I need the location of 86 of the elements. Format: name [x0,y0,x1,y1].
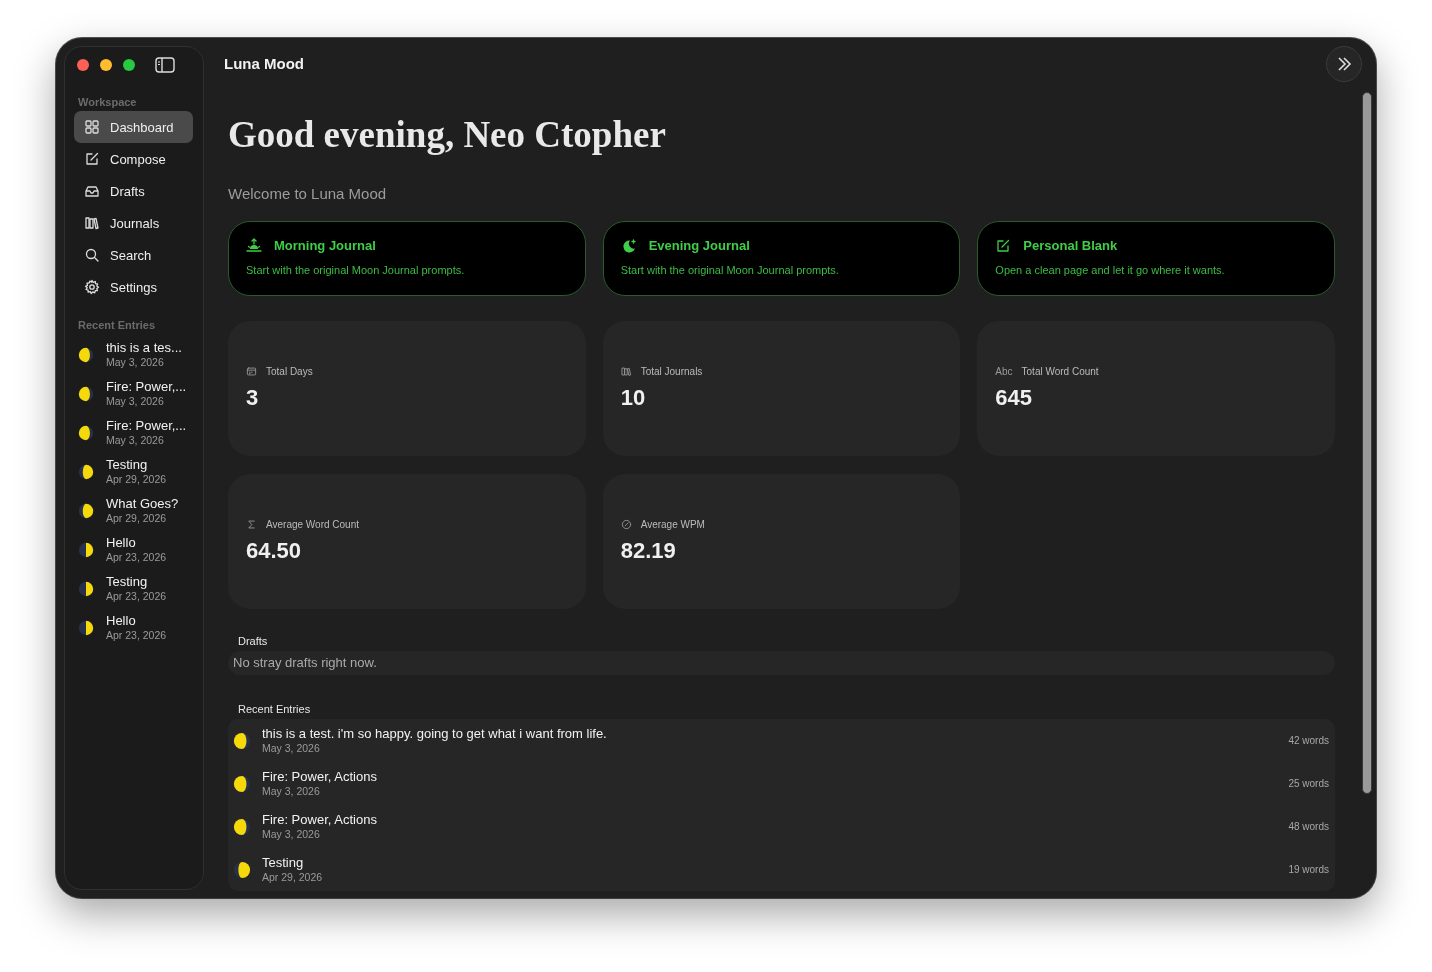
card-description: Open a clean page and let it go where it wants. [995,263,1226,276]
sigma-icon [246,519,257,530]
scrollbar[interactable] [1362,92,1372,794]
section-heading: Recent Entries [238,703,312,715]
nav-item[interactable]: Drafts [74,175,193,207]
entry-title[interactable]: Hello [106,613,167,629]
word-count: 48 words [1288,821,1329,832]
compose-icon [84,151,100,167]
word-count: 19 words [1288,864,1329,875]
stat-label: Total Days [266,366,313,377]
entry-title: Testing [262,855,305,871]
entry-date: May 3, 2026 [106,356,165,369]
entry-row[interactable]: Testing Apr 29, 2026 19 words [228,848,1335,891]
entry-row[interactable]: this is a test. i'm so happy. going to get what i want from life. May 3, 2026 42 words [228,719,1335,762]
stat-value: 3 [246,385,260,411]
tray-icon [84,183,100,199]
stat-label: Total Journals [640,366,703,377]
books-icon [620,366,632,377]
stat-label: Total Word Count [1021,366,1099,377]
card-title: Morning Journal [274,238,376,253]
entry-title[interactable]: Fire: Power,... [106,418,187,434]
card-description: Start with the original Moon Journal prompts. [620,263,840,276]
entry-title[interactable]: What Goes? [106,496,179,512]
grid-icon [84,119,100,135]
compose-icon [995,237,1012,254]
entry-date: May 3, 2026 [262,742,321,755]
stat-value: 10 [620,385,647,411]
sidebar-toggle-icon[interactable] [155,57,175,73]
journal-card[interactable]: Personal Blank Open a clean page and let it go where it wants. [977,221,1335,296]
entry-date: Apr 23, 2026 [106,551,167,564]
minimize-button[interactable] [100,59,112,71]
entry-title[interactable]: Hello [106,535,167,551]
entry-title: Fire: Power, Actions [262,812,378,828]
entry-date: Apr 29, 2026 [106,473,167,486]
nav-item[interactable]: Settings [74,271,193,303]
entry-date: May 3, 2026 [262,828,321,841]
greeting-heading: Good evening, Neo Ctopher [228,114,667,156]
welcome-text: Welcome to Luna Mood [228,185,388,203]
entry-title: Fire: Power, Actions [262,769,378,785]
entry-row[interactable]: Fire: Power, Actions May 3, 2026 25 words [228,762,1335,805]
stat-value: 645 [995,385,1034,411]
stat-value: 82.19 [620,538,677,564]
search-icon [84,247,100,263]
zoom-button[interactable] [123,59,135,71]
entry-date: Apr 29, 2026 [262,871,324,884]
entry-date: May 3, 2026 [106,395,165,408]
nav-item[interactable]: Compose [74,143,193,175]
close-button[interactable] [77,59,89,71]
empty-message: No stray drafts right now. [228,651,1335,675]
stat-label: Average Word Count [266,519,360,530]
journal-card[interactable]: Morning Journal Start with the original Moon Journal prompts. [228,221,586,296]
crescent-moon-icon [620,237,637,254]
stat-label: Average WPM [640,519,705,530]
section-heading: Recent Entries [78,319,157,331]
entry-row[interactable]: Fire: Power, Actions May 3, 2026 48 words [228,805,1335,848]
double-chevron-icon [1336,56,1352,72]
sunrise-icon [246,237,262,254]
entry-title[interactable]: Testing [106,574,167,590]
nav-item[interactable]: Journals [74,207,193,239]
books-icon [84,215,100,231]
calendar-icon [246,366,257,377]
text-icon: Abc [995,366,1013,377]
journal-card[interactable]: Evening Journal Start with the original Moon Journal prompts. [602,221,961,296]
gauge-icon [620,519,632,530]
card-title: Evening Journal [648,238,750,253]
entry-date: Apr 23, 2026 [106,629,167,642]
window-title: Luna Mood [224,54,305,72]
entry-date: May 3, 2026 [106,434,165,447]
section-heading: Workspace [78,96,138,108]
card-description: Start with the original Moon Journal prompts. [246,263,466,276]
word-count: 42 words [1288,735,1329,746]
gear-icon [84,279,100,295]
entry-date: May 3, 2026 [262,785,321,798]
entry-title[interactable]: Fire: Power,... [106,379,187,395]
entry-date: Apr 29, 2026 [106,512,168,525]
expand-button[interactable] [1326,46,1362,82]
nav-item[interactable]: Dashboard [74,111,193,143]
stat-value: 64.50 [246,538,303,564]
entry-title: this is a test. i'm so happy. going to get what i want from life. [262,726,608,742]
entry-date: Apr 23, 2026 [106,590,167,603]
nav-item[interactable]: Search [74,239,193,271]
word-count: 25 words [1288,778,1329,789]
section-heading: Drafts [238,635,269,647]
entry-title[interactable]: this is a tes... [106,340,182,356]
entry-title[interactable]: Testing [106,457,167,473]
card-title: Personal Blank [1023,238,1118,253]
